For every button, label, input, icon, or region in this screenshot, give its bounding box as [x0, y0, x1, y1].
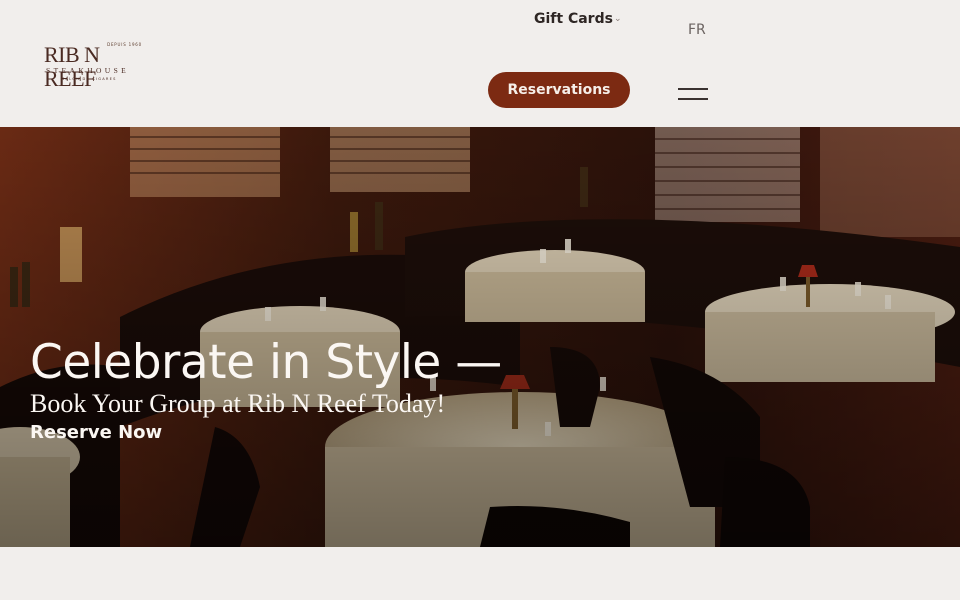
page-content-area [0, 547, 960, 600]
gift-cards-link[interactable]: Gift Cards [534, 11, 613, 27]
hero-subtitle: Book Your Group at Rib N Reef Today! [30, 389, 446, 418]
site-header: DEPUIS 1960 RIB N REEF STEAKHOUSE SALON … [0, 0, 960, 127]
hero-text-block: Celebrate in Style — Book Your Group at … [30, 337, 502, 445]
logo-tagline-bottom: SALON DE CIGARES [62, 77, 117, 81]
hero-banner: Celebrate in Style — Book Your Group at … [0, 127, 960, 547]
hero-title: Celebrate in Style — [30, 335, 502, 390]
logo-sub: STEAKHOUSE [46, 66, 130, 75]
reservations-button[interactable]: Reservations [488, 72, 630, 108]
reserve-now-link[interactable]: Reserve Now [30, 421, 162, 445]
rib-n-reef-logo[interactable]: DEPUIS 1960 RIB N REEF STEAKHOUSE SALON … [44, 42, 148, 91]
chevron-down-icon[interactable]: ⌄ [614, 13, 622, 24]
hamburger-icon[interactable] [674, 82, 712, 106]
language-switch-fr[interactable]: FR [688, 22, 706, 38]
